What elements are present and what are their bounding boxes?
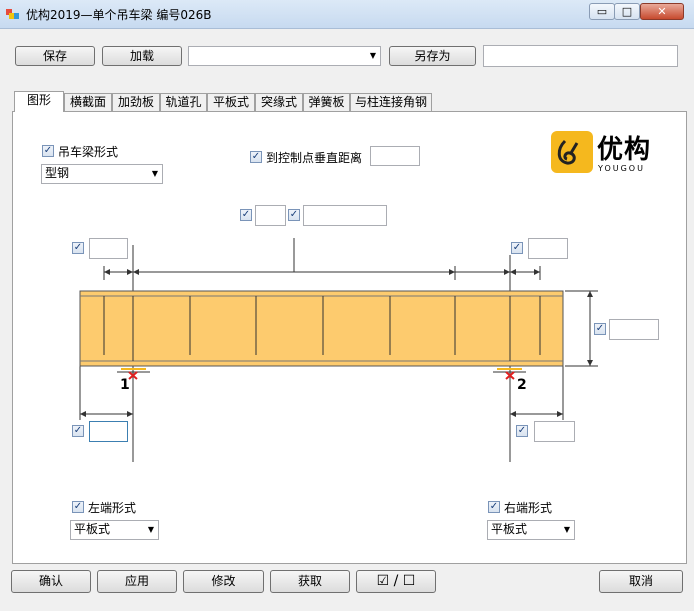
left-bottom-checkbox[interactable]: ✓	[72, 425, 84, 437]
confirm-button[interactable]: 确认	[11, 570, 91, 593]
right-end-value: 平板式	[491, 522, 528, 536]
chevron-down-icon: ▼	[147, 525, 154, 534]
apply-button[interactable]: 应用	[97, 570, 177, 593]
left-end-select[interactable]: 平板式 ▼	[70, 520, 159, 540]
support-1-label: 1	[120, 377, 130, 393]
tab-graphics[interactable]: 图形	[14, 91, 64, 112]
right-end-select[interactable]: 平板式 ▼	[487, 520, 575, 540]
left-end-value: 平板式	[74, 522, 111, 536]
right-bottom-input[interactable]	[534, 421, 575, 442]
support-2-label: 2	[517, 377, 527, 393]
right-end-checkbox[interactable]: ✓	[488, 501, 500, 513]
modify-button[interactable]: 修改	[183, 570, 264, 593]
fetch-button[interactable]: 获取	[270, 570, 350, 593]
right-end-label: 右端形式	[504, 501, 553, 515]
right-bottom-checkbox[interactable]: ✓	[516, 425, 528, 437]
chevron-down-icon: ▼	[563, 525, 570, 534]
left-end-label: 左端形式	[88, 501, 137, 515]
left-end-checkbox[interactable]: ✓	[72, 501, 84, 513]
cancel-button[interactable]: 取消	[599, 570, 683, 593]
toggle-check-button[interactable]: ☑ / ☐	[356, 570, 436, 593]
left-bottom-input[interactable]	[89, 421, 128, 442]
